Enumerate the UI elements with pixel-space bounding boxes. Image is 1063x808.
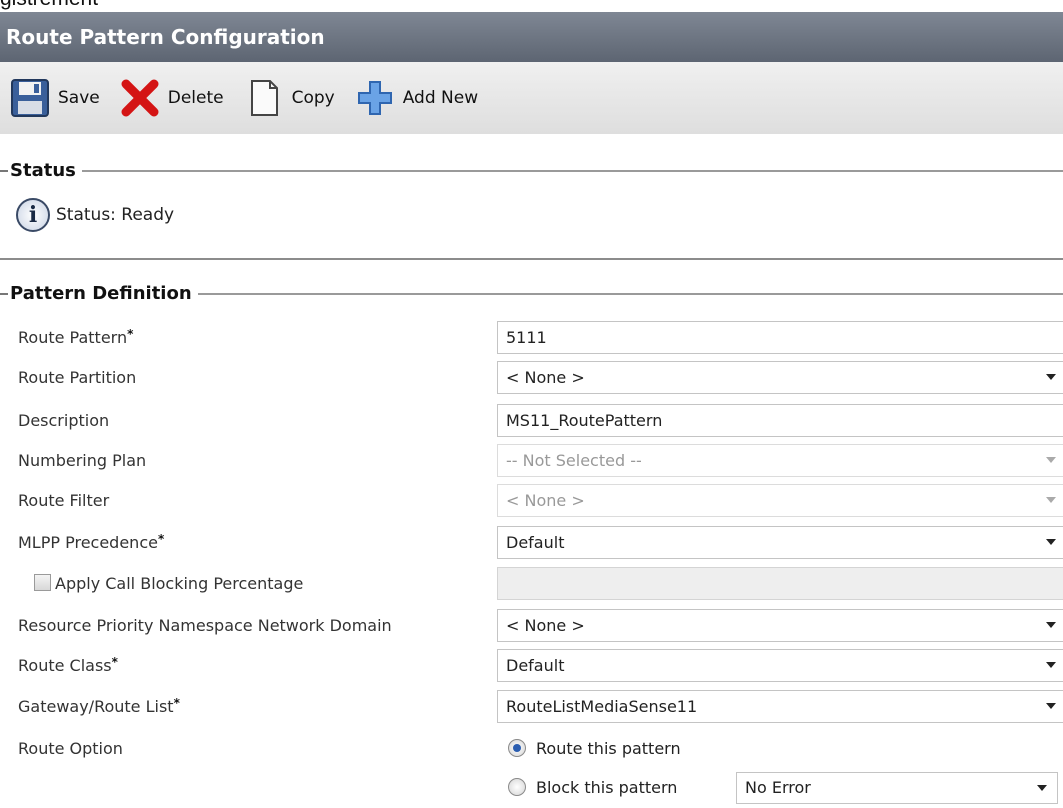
mlpp-precedence-row: MLPP Precedence* Default [0, 523, 1063, 563]
delete-icon [118, 76, 162, 120]
pattern-section-header: Pattern Definition [0, 283, 1063, 304]
block-this-pattern-radio[interactable] [508, 777, 526, 796]
copy-label: Copy [291, 88, 335, 108]
route-filter-row: Route Filter < None > [0, 481, 1063, 521]
route-class-row: Route Class* Default [0, 646, 1063, 686]
delete-button[interactable]: Delete [118, 76, 224, 120]
route-partition-row: Route Partition < None > [0, 358, 1063, 398]
route-partition-select[interactable]: < None > [497, 361, 1063, 394]
route-this-pattern-option[interactable]: Route this pattern [508, 729, 681, 769]
add-new-label: Add New [402, 88, 479, 108]
copy-button[interactable]: Copy [242, 76, 335, 120]
status-section-header: Status [0, 160, 1063, 181]
numbering-plan-row: Numbering Plan -- Not Selected -- [0, 441, 1063, 481]
save-button[interactable]: Save [8, 76, 100, 120]
numbering-plan-select[interactable]: -- Not Selected -- [497, 444, 1063, 477]
resource-priority-label: Resource Priority Namespace Network Doma… [18, 616, 392, 635]
save-icon [8, 76, 52, 120]
status-row: i Status: Ready [16, 198, 174, 232]
route-class-label: Route Class* [18, 655, 118, 675]
chevron-down-icon [1046, 662, 1056, 668]
call-blocking-label: Apply Call Blocking Percentage [34, 564, 303, 604]
route-this-pattern-radio[interactable] [508, 738, 526, 757]
chevron-down-icon [1037, 785, 1047, 791]
route-pattern-row: Route Pattern* 5111 [0, 318, 1063, 358]
chevron-down-icon [1046, 703, 1056, 709]
block-this-pattern-option[interactable]: Block this pattern [508, 768, 677, 808]
route-option-label: Route Option [18, 739, 123, 758]
cropped-header-text: gistrement [0, 0, 98, 12]
numbering-plan-label: Numbering Plan [18, 451, 147, 470]
gateway-route-list-label: Gateway/Route List* [18, 696, 180, 716]
resource-priority-row: Resource Priority Namespace Network Doma… [0, 606, 1063, 646]
resource-priority-select[interactable]: < None > [497, 609, 1063, 642]
toolbar: Save Delete Copy Add New [0, 62, 1063, 134]
add-new-button[interactable]: Add New [353, 76, 478, 120]
pattern-section-title: Pattern Definition [10, 283, 192, 304]
call-blocking-checkbox[interactable] [34, 574, 51, 591]
route-option-row: Route Option Route this pattern [0, 729, 1063, 769]
description-label: Description [18, 411, 110, 430]
section-divider [0, 258, 1063, 260]
add-new-icon [353, 76, 397, 120]
route-pattern-label: Route Pattern* [18, 327, 134, 347]
route-filter-select[interactable]: < None > [497, 484, 1063, 517]
call-blocking-percentage-input[interactable] [497, 567, 1063, 600]
block-reason-select[interactable]: No Error [736, 772, 1058, 804]
status-message: Status: Ready [56, 205, 175, 225]
chevron-down-icon [1046, 539, 1056, 545]
gateway-route-list-select[interactable]: RouteListMediaSense11 [497, 690, 1063, 723]
page-title: Route Pattern Configuration [0, 12, 1063, 62]
copy-icon [242, 76, 286, 120]
route-partition-label: Route Partition [18, 368, 137, 387]
gateway-route-list-row: Gateway/Route List* RouteListMediaSense1… [0, 687, 1063, 727]
description-row: Description MS11_RoutePattern [0, 401, 1063, 441]
block-pattern-row: Block this pattern No Error [0, 768, 1063, 808]
chevron-down-icon [1046, 457, 1056, 463]
route-filter-label: Route Filter [18, 491, 110, 510]
save-label: Save [58, 88, 100, 108]
route-class-select[interactable]: Default [497, 649, 1063, 682]
description-input[interactable]: MS11_RoutePattern [497, 404, 1063, 437]
mlpp-precedence-label: MLPP Precedence* [18, 532, 165, 552]
route-pattern-input[interactable]: 5111 [497, 321, 1063, 354]
call-blocking-row: Apply Call Blocking Percentage [0, 564, 1063, 604]
chevron-down-icon [1046, 497, 1056, 503]
chevron-down-icon [1046, 622, 1056, 628]
mlpp-precedence-select[interactable]: Default [497, 526, 1063, 559]
status-section-title: Status [10, 160, 76, 181]
delete-label: Delete [167, 88, 224, 108]
info-icon: i [16, 198, 50, 232]
chevron-down-icon [1046, 374, 1056, 380]
